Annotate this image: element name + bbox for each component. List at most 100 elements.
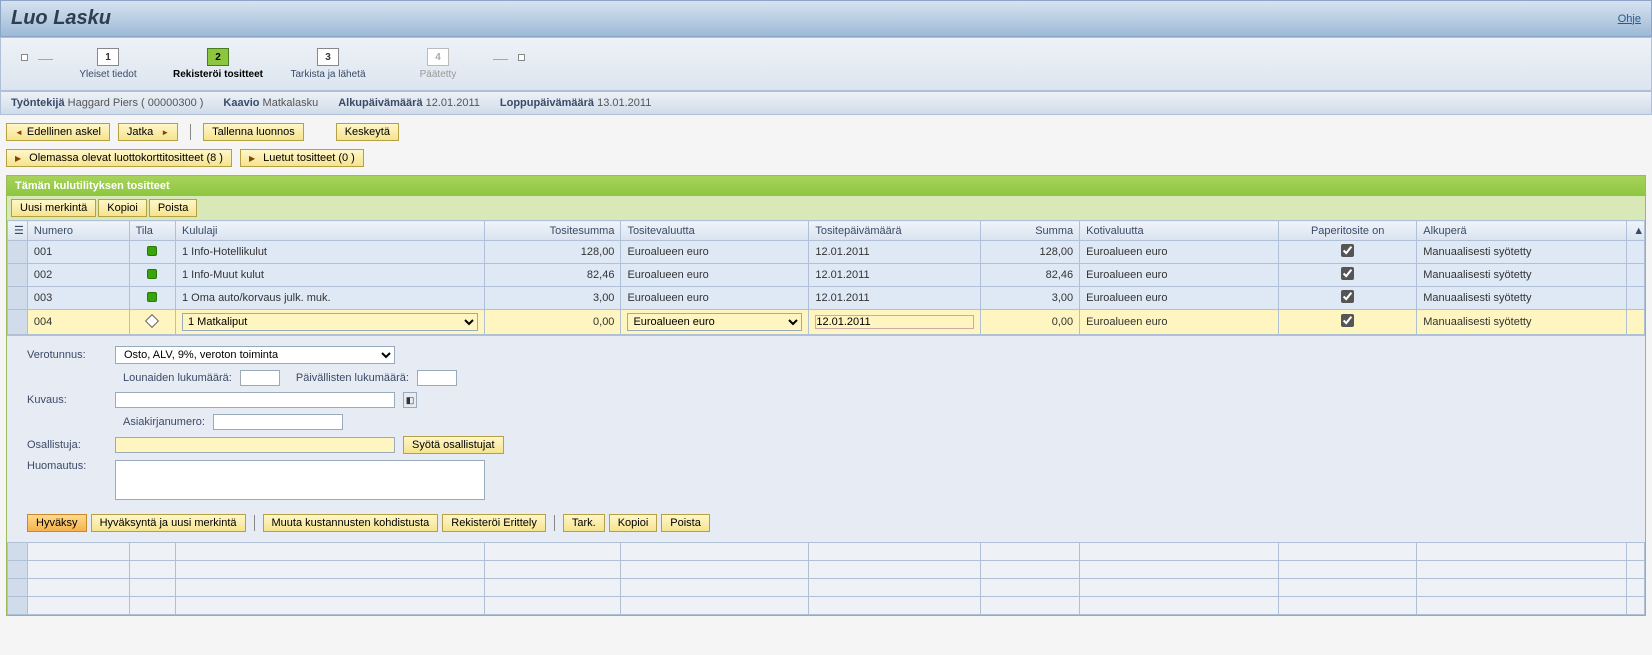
col-alkupera[interactable]: Alkuperä	[1417, 221, 1627, 241]
cell-receipt-date: 12.01.2011	[809, 287, 980, 310]
cell-scroll	[1627, 264, 1645, 287]
save-draft-button[interactable]: Tallenna luonnos	[203, 123, 304, 141]
roadmap-step-box: 1	[97, 48, 119, 66]
check-button[interactable]: Tark.	[563, 514, 605, 532]
roadmap-step-4: 4 Päätetty	[383, 48, 493, 80]
paper-receipt-checkbox[interactable]	[1341, 290, 1354, 303]
cell-paper-receipt[interactable]	[1279, 310, 1417, 335]
roadmap-end-icon	[518, 54, 525, 61]
cell-expense-type: 1 Info-Muut kulut	[176, 264, 485, 287]
cell-receipt-amount: 128,00	[485, 241, 621, 264]
col-kululaji[interactable]: Kululaji	[176, 221, 485, 241]
arrow-left-icon	[15, 126, 23, 138]
col-tositesumma[interactable]: Tositesumma	[485, 221, 621, 241]
scroll-up-icon[interactable]: ▲	[1627, 221, 1645, 241]
next-step-button[interactable]: Jatka	[118, 123, 178, 141]
read-receipts-button[interactable]: Luetut tositteet (0 )	[240, 149, 364, 167]
col-tositevaluutta[interactable]: Tositevaluutta	[621, 221, 809, 241]
paper-receipt-checkbox[interactable]	[1341, 244, 1354, 257]
change-cost-assignment-button[interactable]: Muuta kustannusten kohdistusta	[263, 514, 439, 532]
col-paperi[interactable]: Paperitosite on	[1279, 221, 1417, 241]
register-specification-button[interactable]: Rekisteröi Erittely	[442, 514, 546, 532]
cell-paper-receipt[interactable]	[1279, 287, 1417, 310]
participant-input[interactable]	[115, 437, 395, 453]
col-summa[interactable]: Summa	[980, 221, 1079, 241]
cell-expense-type: 1 Oma auto/korvaus julk. muk.	[176, 287, 485, 310]
roadmap-step-label: Päätetty	[420, 69, 457, 80]
col-tositepvm[interactable]: Tositepäivämäärä	[809, 221, 980, 241]
receipt-date-input[interactable]	[815, 315, 973, 329]
table-menu-icon[interactable]: ☰	[8, 221, 28, 241]
col-tila[interactable]: Tila	[129, 221, 175, 241]
dinner-count-input[interactable]	[417, 370, 457, 386]
arrow-right-icon	[249, 152, 259, 164]
row-selector[interactable]	[8, 264, 28, 287]
paper-receipt-checkbox[interactable]	[1341, 267, 1354, 280]
existing-cc-receipts-button[interactable]: Olemassa olevat luottokorttitositteet (8…	[6, 149, 232, 167]
cell-paper-receipt[interactable]	[1279, 264, 1417, 287]
cell-receipt-amount: 3,00	[485, 287, 621, 310]
cell-origin: Manuaalisesti syötetty	[1417, 241, 1627, 264]
docno-input[interactable]	[213, 414, 343, 430]
new-entry-button[interactable]: Uusi merkintä	[11, 199, 96, 217]
startdate-value: 12.01.2011	[426, 97, 480, 109]
description-valuehelp-icon[interactable]: ◧	[403, 392, 417, 408]
roadmap-step-1[interactable]: 1 Yleiset tiedot	[53, 48, 163, 80]
cell-expense-type: 1 Info-Hotellikulut	[176, 241, 485, 264]
cell-status	[129, 287, 175, 310]
roadmap-step-box: 2	[207, 48, 229, 66]
table-row[interactable]: 003 1 Oma auto/korvaus julk. muk. 3,00 E…	[8, 287, 1645, 310]
separator	[254, 515, 255, 531]
cancel-button[interactable]: Keskeytä	[336, 123, 399, 141]
row-selector[interactable]	[8, 241, 28, 264]
separator	[190, 124, 191, 140]
enddate-value: 13.01.2011	[597, 97, 651, 109]
cell-receipt-currency[interactable]: Euroalueen euro	[621, 310, 809, 335]
note-textarea[interactable]	[115, 460, 485, 500]
row-selector[interactable]	[8, 287, 28, 310]
schema-label: Kaavio	[223, 97, 259, 109]
cell-receipt-currency: Euroalueen euro	[621, 241, 809, 264]
empty-row	[8, 597, 1645, 615]
enter-participants-button[interactable]: Syötä osallistujat	[403, 436, 504, 454]
table-row[interactable]: 002 1 Info-Muut kulut 82,46 Euroalueen e…	[8, 264, 1645, 287]
employee-value: Haggard Piers ( 00000300 )	[68, 97, 204, 109]
description-input[interactable]	[115, 392, 395, 408]
dinner-count-label: Päivällisten lukumäärä:	[296, 372, 409, 384]
status-green-icon	[147, 269, 157, 279]
help-link[interactable]: Ohje	[1618, 13, 1641, 25]
col-numero[interactable]: Numero	[27, 221, 129, 241]
tax-select[interactable]: Osto, ALV, 9%, veroton toiminta	[115, 346, 395, 364]
delete-row-button[interactable]: Poista	[149, 199, 198, 217]
cell-receipt-date[interactable]	[809, 310, 980, 335]
roadmap-start-icon	[21, 54, 28, 61]
cell-paper-receipt[interactable]	[1279, 241, 1417, 264]
cell-receipt-date: 12.01.2011	[809, 241, 980, 264]
delete-button[interactable]: Poista	[661, 514, 710, 532]
empty-grid	[7, 542, 1645, 615]
receipt-currency-select[interactable]: Euroalueen euro	[627, 313, 802, 331]
table-row[interactable]: 001 1 Info-Hotellikulut 128,00 Euroaluee…	[8, 241, 1645, 264]
cell-amount: 3,00	[980, 287, 1079, 310]
cell-status	[129, 264, 175, 287]
cell-numero: 002	[27, 264, 129, 287]
row-selector[interactable]	[8, 310, 28, 335]
cell-amount: 0,00	[980, 310, 1079, 335]
approve-and-new-button[interactable]: Hyväksyntä ja uusi merkintä	[91, 514, 246, 532]
table-row[interactable]: 004 1 Matkaliput 0,00 Euroalueen euro 0,…	[8, 310, 1645, 335]
roadmap-step-2[interactable]: 2 Rekisteröi tositteet	[163, 48, 273, 80]
detail-buttons: Hyväksy Hyväksyntä ja uusi merkintä Muut…	[27, 514, 1625, 532]
expense-type-select[interactable]: 1 Matkaliput	[182, 313, 478, 331]
col-kotivaluutta[interactable]: Kotivaluutta	[1080, 221, 1279, 241]
prev-step-button[interactable]: Edellinen askel	[6, 123, 110, 141]
cell-home-currency: Euroalueen euro	[1080, 287, 1279, 310]
cell-expense-type[interactable]: 1 Matkaliput	[176, 310, 485, 335]
paper-receipt-checkbox[interactable]	[1341, 314, 1354, 327]
roadmap-step-3[interactable]: 3 Tarkista ja lähetä	[273, 48, 383, 80]
copy-button[interactable]: Kopioi	[609, 514, 658, 532]
lunch-count-label: Lounaiden lukumäärä:	[123, 372, 232, 384]
approve-button[interactable]: Hyväksy	[27, 514, 87, 532]
copy-row-button[interactable]: Kopioi	[98, 199, 147, 217]
lunch-count-input[interactable]	[240, 370, 280, 386]
cell-amount: 82,46	[980, 264, 1079, 287]
